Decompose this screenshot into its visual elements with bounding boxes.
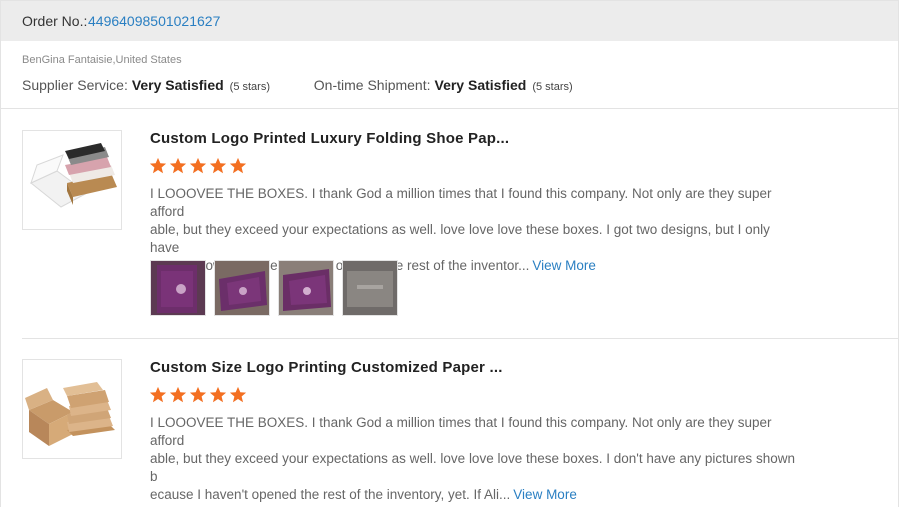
order-number-link[interactable]: 44964098501021627 xyxy=(88,1,220,41)
view-more-link[interactable]: View More xyxy=(532,258,596,273)
supplier-service-value: Very Satisfied xyxy=(131,77,224,93)
review-photo[interactable] xyxy=(342,260,398,316)
order-header: Order No.: 44964098501021627 xyxy=(1,1,898,41)
review-text-line: able, but they exceed your expectations … xyxy=(150,451,795,484)
supplier-ratings: Supplier Service: Very Satisfied (5 stars)… xyxy=(22,77,573,93)
star-icon xyxy=(229,386,247,403)
shipment-value: Very Satisfied xyxy=(434,77,527,93)
star-icon xyxy=(169,157,187,174)
review-photo[interactable] xyxy=(150,260,206,316)
star-icon xyxy=(209,386,227,403)
order-number-label: Order No.: xyxy=(22,13,88,29)
review-text-line: I LOOOVEE THE BOXES. I thank God a milli… xyxy=(150,186,772,219)
supplier-service-label: Supplier Service: xyxy=(22,77,128,93)
star-icon xyxy=(189,157,207,174)
buyer-info: BenGina Fantaisie,United States xyxy=(22,54,182,66)
star-icon xyxy=(149,386,167,403)
divider xyxy=(22,338,899,339)
review-text-line: ecause I haven't opened the rest of the … xyxy=(150,487,511,502)
divider xyxy=(1,108,898,109)
star-icon xyxy=(209,157,227,174)
view-more-link[interactable]: View More xyxy=(513,487,577,502)
shipment-label: On-time Shipment: xyxy=(313,77,431,93)
review-rating xyxy=(149,157,247,175)
product-title-link[interactable]: Custom Logo Printed Luxury Folding Shoe … xyxy=(150,130,509,147)
shipment-stars: (5 stars) xyxy=(532,81,573,93)
star-icon xyxy=(169,386,187,403)
review-photo[interactable] xyxy=(278,260,334,316)
star-icon xyxy=(229,157,247,174)
review-photo[interactable] xyxy=(214,260,270,316)
star-icon xyxy=(189,386,207,403)
product-thumbnail[interactable] xyxy=(22,130,122,230)
star-icon xyxy=(149,157,167,174)
review-text: I LOOOVEE THE BOXES. I thank God a milli… xyxy=(150,414,802,504)
review-photos xyxy=(150,260,398,316)
product-title-link[interactable]: Custom Size Logo Printing Customized Pap… xyxy=(150,359,503,376)
supplier-service-stars: (5 stars) xyxy=(229,81,270,93)
review-text-line: able, but they exceed your expectations … xyxy=(150,222,770,255)
review-text-line: I LOOOVEE THE BOXES. I thank God a milli… xyxy=(150,415,772,448)
product-thumbnail[interactable] xyxy=(22,359,122,459)
review-rating xyxy=(149,386,247,404)
